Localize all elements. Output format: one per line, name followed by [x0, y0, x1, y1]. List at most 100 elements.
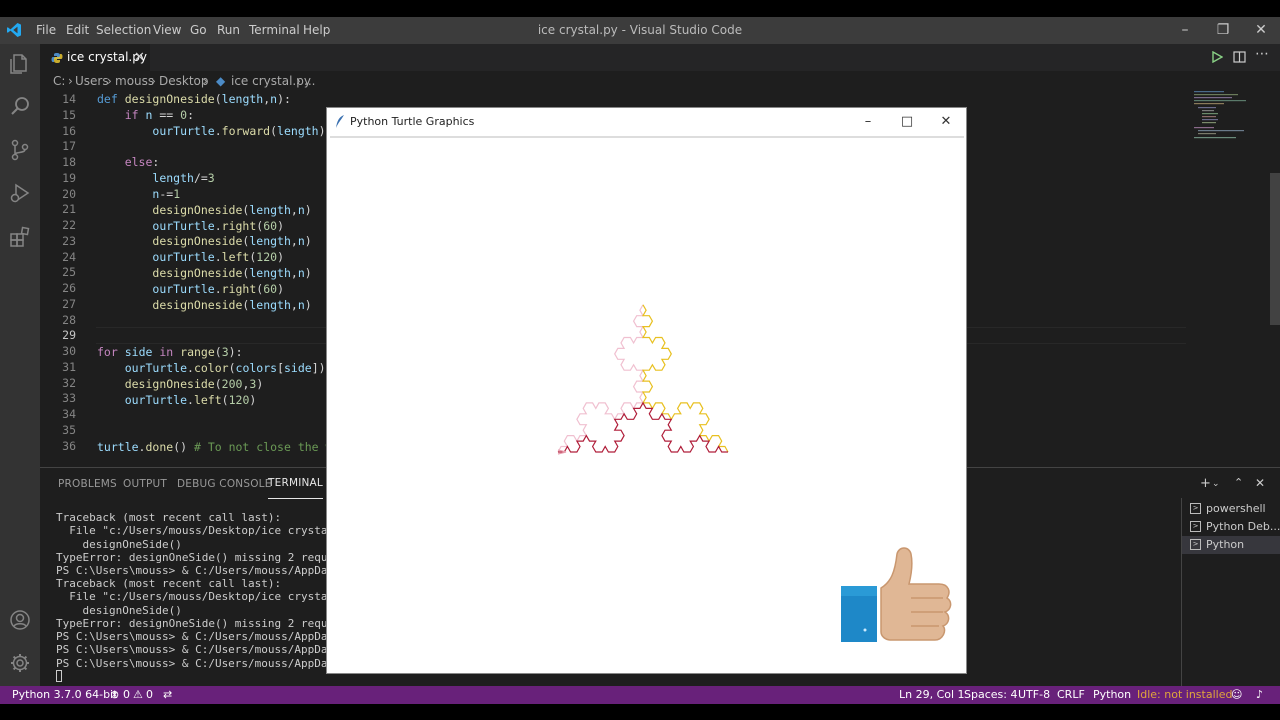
terminal-line: Traceback (most recent call last):: [56, 577, 282, 590]
minimize-icon[interactable]: –: [1166, 17, 1204, 44]
notifications-bell-icon[interactable]: ♪: [1256, 686, 1263, 704]
terminal-item-label: Python Deb...: [1206, 520, 1280, 533]
feedback-icon[interactable]: ☺: [1231, 686, 1242, 704]
line-number: 20: [62, 186, 76, 201]
code-line: ourTurtle.left(120): [152, 250, 284, 264]
turtle-maximize-icon[interactable]: □: [888, 108, 926, 135]
indentation[interactable]: Spaces: 4: [964, 686, 1017, 704]
menu-run[interactable]: Run: [217, 17, 240, 44]
breadcrumb-mouss[interactable]: mouss: [115, 71, 154, 91]
editor-scrollbar[interactable]: [1270, 173, 1280, 325]
code-line: designOneside(length,n): [152, 266, 312, 280]
line-number: 15: [62, 107, 76, 122]
breadcrumb-users[interactable]: Users: [75, 71, 109, 91]
code-line: ourTurtle.color(colors[side]) #: [124, 361, 347, 375]
tab-ice-crystal[interactable]: ice crystal.py ✕: [40, 44, 150, 71]
code-line: for side in range(3):: [97, 345, 243, 359]
terminal-icon: >: [1190, 521, 1201, 532]
menu-go[interactable]: Go: [190, 17, 207, 44]
warning-count[interactable]: 0: [146, 686, 153, 704]
explorer-icon[interactable]: [8, 52, 32, 76]
source-control-icon[interactable]: [8, 138, 32, 162]
tab-close-icon[interactable]: ✕: [134, 44, 145, 71]
letterbox-bottom: [0, 704, 1280, 720]
encoding[interactable]: UTF-8: [1018, 686, 1050, 704]
menu-help[interactable]: Help: [303, 17, 330, 44]
language-mode[interactable]: Python: [1093, 686, 1131, 704]
code-line: n-=1: [152, 187, 181, 201]
menu-view[interactable]: View: [153, 17, 181, 44]
code-line: else:: [124, 155, 160, 169]
terminal-line: Traceback (most recent call last):: [56, 511, 282, 524]
minimap[interactable]: [1192, 91, 1272, 151]
tab-output[interactable]: OUTPUT: [123, 468, 167, 500]
line-ending[interactable]: CRLF: [1057, 686, 1085, 704]
settings-gear-icon[interactable]: [8, 651, 32, 675]
terminal-line: PS C:\Users\mouss> & C:/Users/mouss/AppD…: [56, 643, 355, 656]
line-number: 33: [62, 391, 76, 406]
crystal-side: [558, 401, 728, 453]
line-number: 34: [62, 407, 76, 421]
tab-problems[interactable]: PROBLEMS: [58, 468, 117, 500]
run-file-icon[interactable]: [1211, 51, 1223, 63]
code-line: designOneside(length,n): [152, 203, 312, 217]
terminal-item-python-debug[interactable]: > Python Deb...: [1182, 518, 1280, 536]
line-number: 23: [62, 233, 76, 248]
split-editor-icon[interactable]: [1233, 51, 1246, 63]
menu-file[interactable]: File: [36, 17, 56, 44]
terminal-item-powershell[interactable]: > powershell: [1182, 500, 1280, 518]
menu-terminal[interactable]: Terminal: [249, 17, 300, 44]
search-icon[interactable]: [8, 94, 32, 118]
turtle-window-title: Python Turtle Graphics: [350, 115, 475, 128]
turtle-minimize-icon[interactable]: –: [849, 108, 887, 135]
turtle-graphics-window[interactable]: Python Turtle Graphics – □ ✕: [326, 107, 967, 674]
lint-status[interactable]: Idle: not installed: [1137, 686, 1232, 704]
more-actions-icon[interactable]: ⋯: [1255, 46, 1269, 62]
breadcrumb-more[interactable]: ...: [304, 71, 315, 91]
line-number: 25: [62, 265, 76, 280]
tab-terminal[interactable]: TERMINAL: [268, 468, 323, 499]
breadcrumb-separator-icon: ›: [68, 74, 73, 88]
new-terminal-icon[interactable]: +: [1200, 476, 1211, 491]
cursor-position[interactable]: Ln 29, Col 1: [899, 686, 965, 704]
warning-icon[interactable]: ⚠: [133, 686, 143, 704]
code-line: designOneside(length,n): [152, 298, 312, 312]
code-line: ourTurtle.right(60): [152, 219, 284, 233]
line-number: 16: [62, 123, 76, 138]
terminal-item-label: Python: [1206, 538, 1245, 551]
terminal-cursor[interactable]: [56, 670, 62, 682]
tab-debug-console[interactable]: DEBUG CONSOLE: [177, 468, 272, 500]
restore-icon[interactable]: ❐: [1204, 17, 1242, 44]
breadcrumb-separator-icon: ›: [296, 74, 301, 88]
line-number: 22: [62, 218, 76, 232]
turtle-close-icon[interactable]: ✕: [927, 108, 965, 135]
crystal-side: [557, 304, 645, 453]
crystal-side: [641, 304, 729, 453]
thumbs-up-icon: [841, 547, 952, 642]
python-interpreter[interactable]: Python 3.7.0 64-bit: [12, 686, 117, 704]
chevron-down-icon[interactable]: ⌄: [1212, 479, 1220, 489]
live-share-icon[interactable]: ⇄: [163, 686, 172, 704]
menu-selection[interactable]: Selection: [96, 17, 151, 44]
run-debug-icon[interactable]: [8, 181, 32, 205]
terminal-line: TypeError: designOneSide() missing 2 req…: [56, 551, 355, 564]
menu-edit[interactable]: Edit: [66, 17, 89, 44]
account-icon[interactable]: [8, 608, 32, 632]
turtle-title-bar[interactable]: Python Turtle Graphics – □ ✕: [327, 108, 966, 135]
error-icon[interactable]: ⊗: [110, 686, 119, 704]
breadcrumb-drive[interactable]: C:: [53, 71, 65, 91]
terminal-line: PS C:\Users\mouss> & C:/Users/mouss/AppD…: [56, 630, 355, 643]
maximize-panel-icon[interactable]: ⌃: [1234, 476, 1243, 489]
close-window-icon[interactable]: ✕: [1242, 17, 1280, 44]
code-line: ourTurtle.forward(length): [152, 124, 326, 138]
terminal-line: File "c:/Users/mouss/Desktop/ice crystal…: [56, 590, 355, 603]
error-count[interactable]: 0: [123, 686, 130, 704]
breadcrumb-desktop[interactable]: Desktop: [159, 71, 209, 91]
terminal-item-python[interactable]: > Python: [1182, 536, 1280, 554]
extensions-icon[interactable]: [8, 225, 32, 249]
close-panel-icon[interactable]: ✕: [1255, 476, 1265, 490]
python-file-icon: [51, 53, 63, 63]
line-number: 17: [62, 139, 76, 154]
vscode-logo-icon: [7, 23, 21, 37]
breadcrumb-separator-icon: ›: [151, 74, 156, 88]
